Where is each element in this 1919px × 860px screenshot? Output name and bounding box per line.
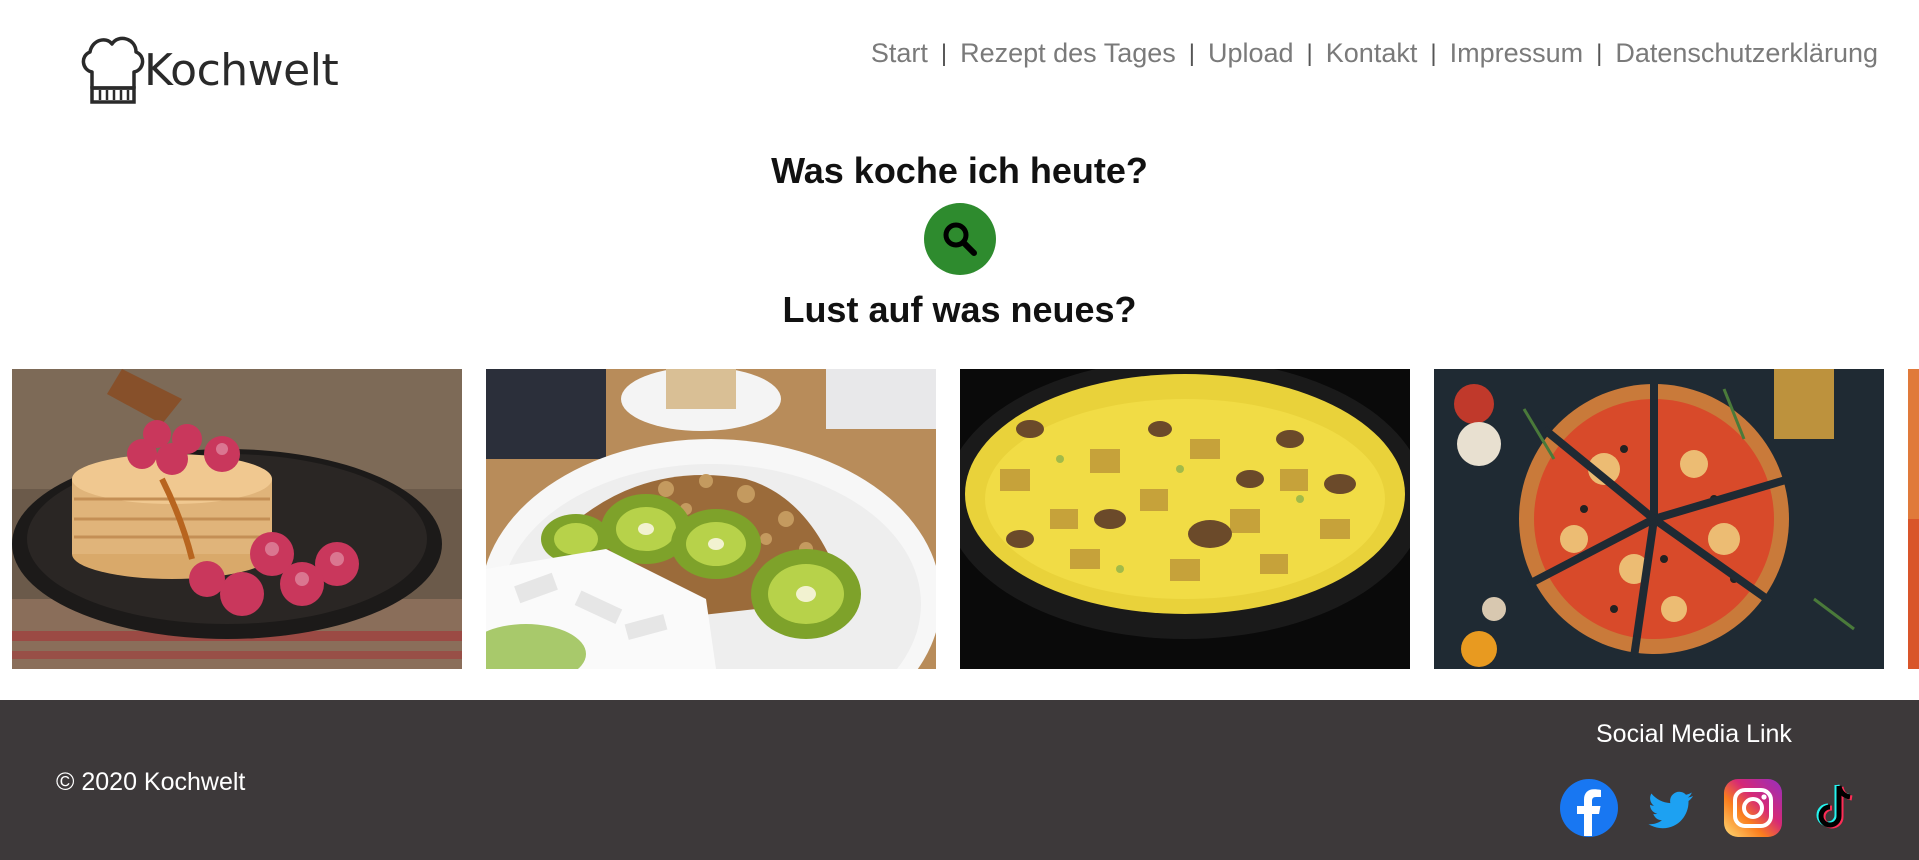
nav-separator: |	[1306, 39, 1313, 67]
search-button[interactable]	[924, 203, 996, 275]
nav-rezept-des-tages[interactable]: Rezept des Tages	[960, 38, 1176, 69]
chef-hat-icon	[81, 36, 145, 104]
pizza-image	[1434, 369, 1884, 669]
copyright-text: © 2020 Kochwelt	[56, 768, 246, 796]
nav-datenschutzerklaerung[interactable]: Datenschutzerklärung	[1615, 38, 1878, 69]
nav-separator: |	[1596, 39, 1603, 67]
partial-next-image	[1908, 369, 1919, 669]
facebook-link[interactable]	[1559, 778, 1619, 838]
twitter-icon	[1648, 791, 1693, 829]
pancakes-image	[12, 369, 462, 669]
recipe-card-pizza[interactable]	[1434, 369, 1884, 669]
recipe-card-pancakes[interactable]	[12, 369, 462, 669]
nav-kontakt[interactable]: Kontakt	[1326, 38, 1418, 69]
twitter-link[interactable]	[1641, 778, 1701, 838]
facebook-icon	[1560, 779, 1618, 837]
recipe-card-next[interactable]	[1908, 369, 1919, 669]
teaser-heading: Lust auf was neues?	[782, 289, 1137, 330]
tiktok-icon	[1816, 784, 1853, 829]
logo-text: Kochwelt	[144, 44, 339, 96]
instagram-icon	[1724, 779, 1782, 837]
kiwi-bowl-image	[486, 369, 936, 669]
page-question: Was koche ich heute?	[771, 150, 1148, 191]
social-title: Social Media Link	[1596, 720, 1792, 748]
search-icon	[943, 222, 977, 256]
tiktok-link[interactable]	[1805, 778, 1865, 838]
site-footer: © 2020 Kochwelt Social Media Link	[0, 700, 1919, 860]
nav-separator: |	[940, 39, 948, 67]
nav-start[interactable]: Start	[871, 38, 928, 69]
site-logo[interactable]: Kochwelt	[78, 32, 339, 108]
nav-separator: |	[1188, 39, 1195, 67]
omelette-image	[960, 369, 1410, 669]
nav-impressum[interactable]: Impressum	[1450, 38, 1584, 69]
recipe-card-kiwi-bowl[interactable]	[486, 369, 936, 669]
instagram-link[interactable]	[1723, 778, 1783, 838]
main-nav: Start | Rezept des Tages | Upload | Kont…	[871, 38, 1878, 69]
nav-separator: |	[1430, 39, 1437, 67]
nav-upload[interactable]: Upload	[1208, 38, 1294, 69]
recipe-card-omelette[interactable]	[960, 369, 1410, 669]
recipe-carousel	[0, 369, 1919, 669]
